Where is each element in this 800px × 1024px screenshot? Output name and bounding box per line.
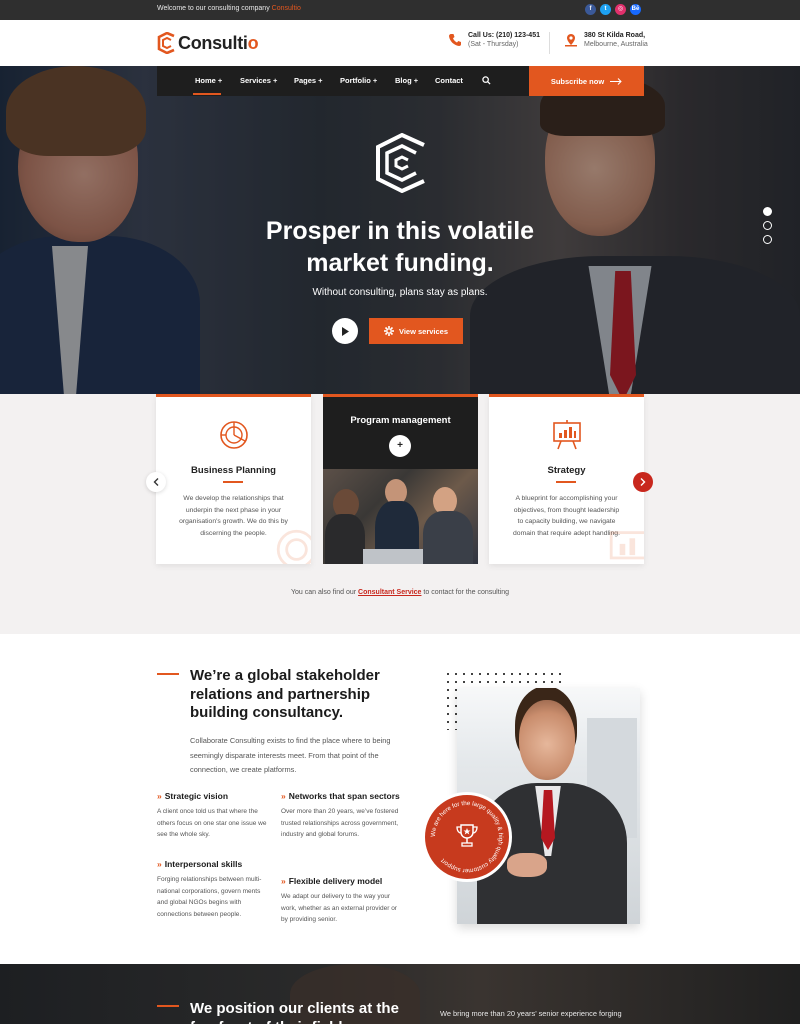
address-line1: 380 St Kilda Road, xyxy=(584,32,646,39)
twitter-icon[interactable]: t xyxy=(600,4,611,15)
welcome-text: Welcome to our consulting company Consul… xyxy=(157,5,301,12)
double-chevron-icon: » xyxy=(157,791,162,801)
header-address[interactable]: 380 St Kilda Road, Melbourne, Australia xyxy=(564,32,648,48)
play-video-button[interactable] xyxy=(332,318,358,344)
feature-networks: » Networks that span sectors Over more th… xyxy=(281,791,400,838)
expand-plus-button[interactable]: + xyxy=(389,435,411,457)
service-card-text: A blueprint for accomplishing your objec… xyxy=(513,495,620,537)
site-header: Consultio Call Us: (210) 123-451 (Sat - … xyxy=(0,20,800,66)
view-services-button[interactable]: View services xyxy=(369,318,463,344)
search-icon[interactable] xyxy=(482,76,491,85)
service-card-title: Business Planning xyxy=(191,465,276,476)
trophy-icon xyxy=(456,824,478,847)
double-chevron-icon: » xyxy=(281,791,286,801)
arrow-right-icon xyxy=(610,77,622,85)
chevron-right-icon xyxy=(640,478,646,486)
header-phone[interactable]: Call Us: (210) 123-451 (Sat - Thursday) xyxy=(448,32,540,48)
main-nav: Home + Services + Pages + Portfolio + Bl… xyxy=(157,66,529,96)
gear-icon xyxy=(383,326,394,336)
top-bar: Welcome to our consulting company Consul… xyxy=(0,0,800,20)
section-accent-line xyxy=(157,673,179,675)
hero-c-logo-icon xyxy=(376,133,425,193)
nav-active-indicator xyxy=(193,93,221,95)
target-chart-icon xyxy=(220,421,248,449)
site-logo[interactable]: Consultio xyxy=(157,31,259,55)
instagram-icon[interactable]: ◎ xyxy=(615,4,626,15)
cta-heading: We position our clients at the forefront… xyxy=(190,1000,399,1024)
logo-text: Consultio xyxy=(178,32,259,53)
quality-support-badge: We are here for the large quality & high… xyxy=(422,792,512,882)
nav-services[interactable]: Services + xyxy=(240,76,277,85)
service-card-title: Program management xyxy=(350,415,451,426)
service-card-business-planning[interactable]: Business Planning We develop the relatio… xyxy=(156,394,311,564)
target-chart-watermark-icon xyxy=(276,529,311,564)
slider-dot-3[interactable] xyxy=(763,235,772,244)
about-intro-text: Collaborate Consulting exists to find th… xyxy=(190,736,391,774)
chevron-left-icon xyxy=(153,478,159,486)
subscribe-button[interactable]: Subscribe now xyxy=(529,66,644,96)
service-card-text: We develop the relationships that underp… xyxy=(179,495,288,537)
presentation-watermark-icon xyxy=(609,531,644,560)
nav-blog[interactable]: Blog + xyxy=(395,76,418,85)
header-divider xyxy=(549,32,550,54)
phone-icon xyxy=(449,34,461,46)
feature-flexible-delivery: » Flexible delivery model We adapt our de… xyxy=(281,876,397,923)
location-pin-icon xyxy=(565,34,577,47)
feature-strategic-vision: » Strategic vision A client once told us … xyxy=(157,791,267,838)
slider-dot-1[interactable] xyxy=(763,207,772,216)
nav-contact[interactable]: Contact xyxy=(435,76,463,85)
consultant-service-link[interactable]: Consultant Service xyxy=(358,589,421,596)
service-card-program-management[interactable]: Program management + xyxy=(323,394,478,564)
nav-portfolio[interactable]: Portfolio + xyxy=(340,76,377,85)
facebook-icon[interactable]: f xyxy=(585,4,596,15)
cta-text: We bring more than 20 years’ senior expe… xyxy=(440,1009,622,1018)
slider-dot-2[interactable] xyxy=(763,221,772,230)
service-card-title: Strategy xyxy=(547,465,586,476)
hero-title: Prosper in this volatile market funding. xyxy=(265,217,535,277)
double-chevron-icon: » xyxy=(281,876,286,886)
section-accent-line xyxy=(157,1005,179,1007)
team-meeting-photo xyxy=(323,469,478,564)
phone-label: Call Us: (210) 123-451 xyxy=(468,32,540,39)
behance-icon[interactable]: Bē xyxy=(630,4,641,15)
phone-hours: (Sat - Thursday) xyxy=(468,41,519,48)
service-card-strategy[interactable]: Strategy A blueprint for accomplishing y… xyxy=(489,394,644,564)
double-chevron-icon: » xyxy=(157,859,162,869)
nav-pages[interactable]: Pages + xyxy=(294,76,323,85)
feature-interpersonal-skills: » Interpersonal skills Forging relationsh… xyxy=(157,859,262,918)
carousel-prev-button[interactable] xyxy=(146,472,166,492)
address-line2: Melbourne, Australia xyxy=(584,41,648,48)
presentation-board-icon xyxy=(553,420,581,450)
hero-subtitle: Without consulting, plans stay as plans. xyxy=(312,287,488,298)
logo-c-icon xyxy=(157,32,175,54)
about-heading: We’re a global stakeholder relations and… xyxy=(190,667,380,721)
consultant-service-note: You can also find our Consultant Service… xyxy=(290,589,510,596)
nav-home[interactable]: Home + xyxy=(195,76,222,85)
carousel-next-button[interactable] xyxy=(633,472,653,492)
welcome-brand-link[interactable]: Consultio xyxy=(272,5,301,12)
play-icon xyxy=(342,326,349,336)
